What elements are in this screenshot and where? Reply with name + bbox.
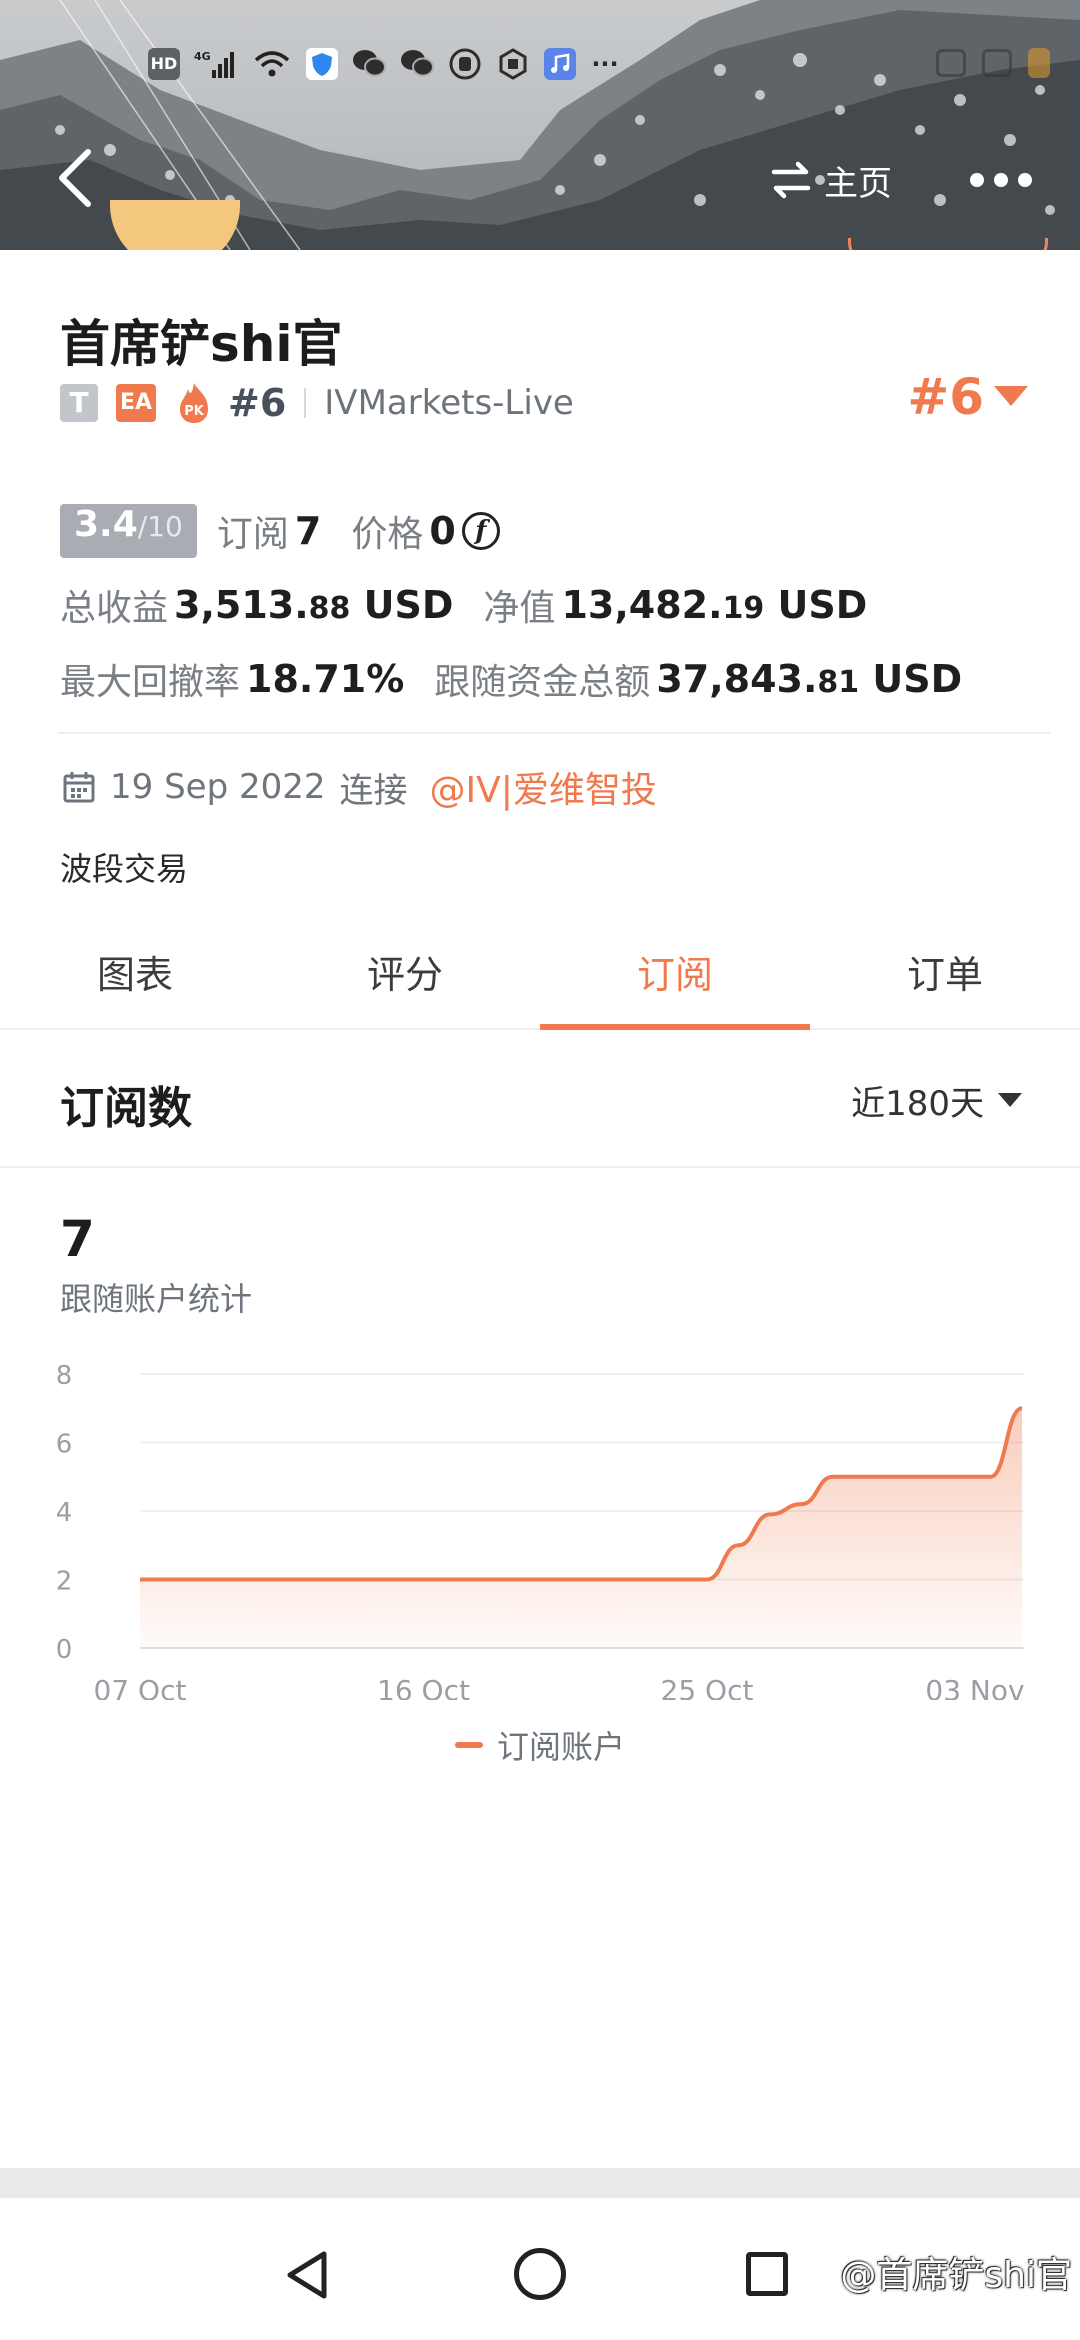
subscriber-count: 7 xyxy=(60,1210,95,1268)
subscribe-count-label: 订阅 xyxy=(216,514,289,555)
status-bar: HD 4G ··· xyxy=(0,40,1080,94)
score-value: 3.4 xyxy=(74,504,138,545)
dot-icon xyxy=(970,173,984,187)
connection-info: 19 Sep 2022 连接 @IV|爱维智投 xyxy=(62,762,657,812)
subscription-chart: 0 2 4 6 8 07 Oct 16 Oct 25 Oct 03 Nov xyxy=(56,1361,1025,1700)
dot-icon xyxy=(994,173,1008,187)
rank-dropdown[interactable]: #6 xyxy=(907,368,1028,426)
nav-home-button[interactable] xyxy=(514,2248,566,2300)
x-tick-label: 16 Oct xyxy=(377,1674,470,1700)
tag-t-badge: T xyxy=(60,384,98,422)
tag-divider xyxy=(304,388,307,418)
profile-content: 首席铲shi官 T EA PK #6 IVMarkets-Live #6 3.4… xyxy=(0,250,1080,2170)
range-select-label: 近180天 xyxy=(851,1084,984,1124)
4g-signal-icon: 4G xyxy=(194,48,238,80)
score-badge: 3.4/10 xyxy=(60,504,197,558)
net-value-label: 净值 xyxy=(483,588,556,629)
back-button[interactable] xyxy=(52,146,96,210)
legend-swatch xyxy=(454,1742,483,1748)
range-select[interactable]: 近180天 xyxy=(851,1076,1022,1125)
subscribe-count-value: 7 xyxy=(294,509,322,553)
follow-funds-value: 37,843.81 USD xyxy=(656,657,963,701)
score-max: /10 xyxy=(137,510,183,543)
max-drawdown-label: 最大回撤率 xyxy=(60,662,241,703)
strategy-description: 波段交易 xyxy=(60,850,189,888)
tab-orders[interactable]: 订单 xyxy=(810,920,1080,1028)
y-tick-label: 0 xyxy=(56,1635,73,1665)
more-dots-icon: ··· xyxy=(591,50,619,78)
total-profit-value: 3,513.88 USD xyxy=(174,583,454,627)
calendar-icon xyxy=(63,772,95,803)
broker-name: IVMarkets-Live xyxy=(324,383,574,423)
more-options-button[interactable] xyxy=(970,162,1040,198)
nav-recent-apps-button[interactable] xyxy=(746,2252,788,2296)
alarm-icon xyxy=(936,49,966,77)
svg-text:4G: 4G xyxy=(194,50,211,63)
system-navigation-bar: @首席铲shi官 xyxy=(0,2198,1080,2340)
home-link[interactable]: 主页 xyxy=(770,152,892,208)
wechat-icon xyxy=(400,48,434,80)
wechat-icon xyxy=(352,48,386,80)
tab-subscription[interactable]: 订阅 xyxy=(540,920,810,1030)
tab-bar: 图表 评分 订阅 订单 xyxy=(0,920,1080,1030)
rank-dropdown-label: #6 xyxy=(907,368,984,426)
section-title: 订阅数 xyxy=(60,1083,192,1134)
y-tick-label: 2 xyxy=(56,1567,73,1597)
chart-legend[interactable]: 订阅账户 xyxy=(0,1710,1080,1780)
bottom-separator xyxy=(0,2168,1080,2198)
shield-app-icon xyxy=(306,48,338,80)
wifi-icon xyxy=(252,48,292,80)
max-drawdown-value: 18.71% xyxy=(246,657,405,701)
net-value-value: 13,482.19 USD xyxy=(561,583,868,627)
connect-handle-link[interactable]: @IV|爱维智投 xyxy=(430,761,657,813)
tab-chart[interactable]: 图表 xyxy=(0,920,270,1028)
page-title: 首席铲shi官 xyxy=(60,315,343,373)
svg-text:PK: PK xyxy=(184,404,205,419)
subscriber-count-caption: 跟随账户统计 xyxy=(60,1280,253,1318)
y-tick-label: 6 xyxy=(56,1430,73,1460)
caret-down-icon xyxy=(998,1092,1022,1107)
stats-panel: 3.4/10 订阅 7 价格 0 f 总收益 3,513.88 USD 净值 1… xyxy=(60,494,1040,716)
swap-arrows-icon xyxy=(771,161,811,199)
battery-icon xyxy=(1028,48,1050,78)
status-right-icons xyxy=(936,48,1050,78)
music-app-icon xyxy=(544,48,576,80)
hexagon-app-icon xyxy=(496,48,530,80)
caret-down-icon xyxy=(994,386,1028,406)
x-tick-label: 07 Oct xyxy=(94,1674,187,1700)
nav-back-button[interactable] xyxy=(284,2250,330,2300)
price-value: 0 xyxy=(429,509,456,553)
coin-icon: f xyxy=(461,512,500,550)
home-link-label: 主页 xyxy=(824,163,892,204)
rank-badge: #6 xyxy=(228,381,287,425)
watermark: @首席铲shi官 xyxy=(840,2255,1072,2296)
legend-label: 订阅账户 xyxy=(496,1728,625,1766)
hd-icon: HD xyxy=(148,48,180,80)
tag-ea-badge: EA xyxy=(116,384,156,422)
x-tick-label: 03 Nov xyxy=(925,1674,1024,1700)
pk-fire-icon[interactable]: PK xyxy=(174,381,214,425)
hand-app-icon xyxy=(448,48,482,80)
chevron-left-icon xyxy=(59,149,91,207)
divider xyxy=(58,732,1050,734)
dot-icon xyxy=(1018,173,1032,187)
follow-funds-label: 跟随资金总额 xyxy=(434,662,651,703)
tab-rating[interactable]: 评分 xyxy=(270,920,540,1028)
y-tick-label: 8 xyxy=(56,1361,73,1391)
vibrate-icon xyxy=(982,49,1012,77)
total-profit-label: 总收益 xyxy=(60,588,169,629)
y-tick-label: 4 xyxy=(56,1498,73,1528)
x-tick-label: 25 Oct xyxy=(661,1674,754,1700)
connect-date: 19 Sep 2022 xyxy=(110,767,326,807)
connect-verb: 连接 xyxy=(339,770,408,811)
price-label: 价格 xyxy=(351,514,424,555)
subscription-section-header: 订阅数 近180天 xyxy=(0,1032,1080,1168)
series-area-fill xyxy=(140,1408,1022,1648)
profile-tags: T EA PK #6 IVMarkets-Live xyxy=(60,380,574,426)
